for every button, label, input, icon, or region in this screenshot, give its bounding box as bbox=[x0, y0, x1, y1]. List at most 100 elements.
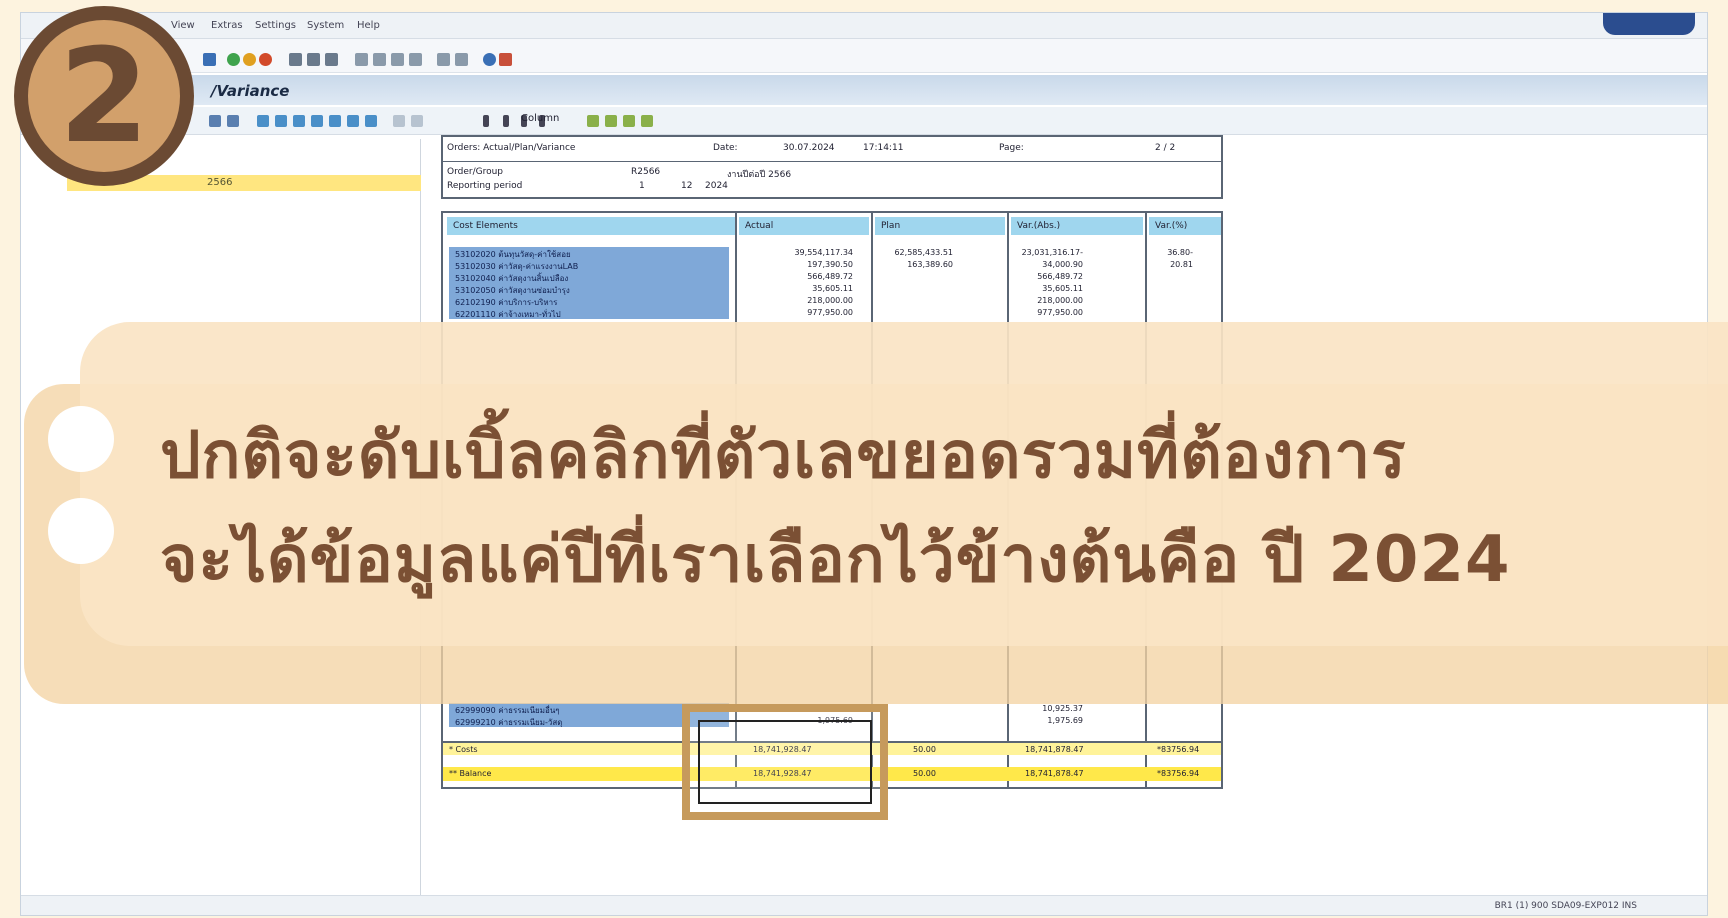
var-abs-cell[interactable]: 1,975.69 bbox=[973, 715, 1083, 727]
window-controls[interactable] bbox=[1603, 13, 1695, 35]
collapse-icon[interactable] bbox=[411, 115, 423, 127]
balance-plan[interactable]: 50.00 bbox=[913, 769, 936, 778]
costs-var[interactable]: 18,741,878.47 bbox=[1025, 745, 1084, 754]
var-abs-cell[interactable]: 977,950.00 bbox=[973, 307, 1083, 319]
cost-element-cell[interactable]: 62201110 ค่าจ้างเหมา-ทั่วไป bbox=[449, 307, 729, 319]
actual-cell[interactable]: 35,605.11 bbox=[743, 283, 853, 295]
page-title: /Variance bbox=[211, 82, 290, 100]
orders-label: Orders: Actual/Plan/Variance bbox=[447, 143, 576, 153]
nav-first-icon[interactable] bbox=[483, 115, 489, 127]
step-badge-inner: 2 bbox=[28, 20, 180, 172]
menu-view[interactable]: View bbox=[171, 20, 195, 31]
actual-cell[interactable]: 218,000.00 bbox=[743, 295, 853, 307]
step-badge: 2 bbox=[14, 6, 194, 186]
next-page-icon[interactable] bbox=[391, 53, 404, 66]
cost-element-cell[interactable]: 53102030 ค่าวัสดุ-ค่าแรงงานLAB bbox=[449, 259, 729, 271]
period-from: 1 bbox=[639, 181, 645, 191]
reporting-period-label: Reporting period bbox=[447, 181, 523, 191]
variant-icon[interactable] bbox=[587, 115, 599, 127]
actual-cell[interactable]: 977,950.00 bbox=[743, 307, 853, 319]
title-bar: /Variance bbox=[21, 75, 1707, 105]
menu-system[interactable]: System bbox=[307, 20, 344, 31]
costs-plan[interactable]: 50.00 bbox=[913, 745, 936, 754]
col-actual[interactable]: Actual bbox=[739, 217, 869, 235]
subtotal-icon[interactable] bbox=[311, 115, 323, 127]
step-number: 2 bbox=[58, 20, 150, 172]
tree-item-label: 2566 bbox=[207, 177, 233, 188]
standard-toolbar bbox=[21, 39, 1707, 73]
help-icon[interactable] bbox=[483, 53, 496, 66]
page-label: Page: bbox=[999, 143, 1024, 153]
date-value: 30.07.2024 bbox=[783, 143, 835, 153]
new-session-icon[interactable] bbox=[437, 53, 450, 66]
col-var-pct[interactable]: Var.(%) bbox=[1149, 217, 1221, 235]
balance-var[interactable]: 18,741,878.47 bbox=[1025, 769, 1084, 778]
back-icon[interactable] bbox=[227, 53, 240, 66]
sum-icon[interactable] bbox=[293, 115, 305, 127]
cost-element-cell[interactable]: 53102020 ต้นทุนวัสดุ-ค่าใช้สอย bbox=[449, 247, 729, 259]
col-var-abs[interactable]: Var.(Abs.) bbox=[1011, 217, 1143, 235]
find-next-icon[interactable] bbox=[325, 53, 338, 66]
cost-element-cell[interactable]: 53102040 ค่าวัสดุงานสิ้นเปลือง bbox=[449, 271, 729, 283]
actual-cell[interactable]: 197,390.50 bbox=[743, 259, 853, 271]
last-page-icon[interactable] bbox=[409, 53, 422, 66]
details-icon[interactable] bbox=[209, 115, 221, 127]
actual-cell[interactable]: 39,554,117.34 bbox=[743, 247, 853, 259]
var-abs-cell[interactable]: 218,000.00 bbox=[973, 295, 1083, 307]
column-button[interactable]: Column bbox=[521, 113, 559, 124]
page-value: 2 / 2 bbox=[1155, 143, 1176, 153]
export-icon[interactable] bbox=[329, 115, 341, 127]
filter-icon[interactable] bbox=[257, 115, 269, 127]
prev-page-icon[interactable] bbox=[373, 53, 386, 66]
report-icon[interactable] bbox=[623, 115, 635, 127]
time-value: 17:14:11 bbox=[863, 143, 904, 153]
print-icon[interactable] bbox=[289, 53, 302, 66]
application-toolbar bbox=[21, 107, 1707, 135]
find-icon[interactable] bbox=[307, 53, 320, 66]
var-pct-cell[interactable]: 36.80- bbox=[1043, 247, 1193, 259]
actual-cell[interactable]: 566,489.72 bbox=[743, 271, 853, 283]
costs-pct[interactable]: *83756.94 bbox=[1157, 745, 1199, 754]
sort-icon[interactable] bbox=[275, 115, 287, 127]
shortcut-icon[interactable] bbox=[455, 53, 468, 66]
balance-label: ** Balance bbox=[449, 769, 492, 778]
cost-element-cell[interactable]: 53102050 ค่าวัสดุงานซ่อมบำรุง bbox=[449, 283, 729, 295]
status-bar: BR1 (1) 900 SDA09-EXP012 INS bbox=[21, 895, 1707, 915]
balance-pct[interactable]: *83756.94 bbox=[1157, 769, 1199, 778]
instruction-line-2: จะได้ข้อมูลแค่ปีที่เราเลือกไว้ข้างต้นคือ… bbox=[160, 523, 1511, 597]
bullet-dot-2 bbox=[48, 498, 114, 564]
order-group-label: Order/Group bbox=[447, 167, 504, 177]
first-page-icon[interactable] bbox=[355, 53, 368, 66]
nav-prev-icon[interactable] bbox=[503, 115, 509, 127]
col-cost-elements[interactable]: Cost Elements bbox=[447, 217, 735, 235]
expand-icon[interactable] bbox=[393, 115, 405, 127]
menu-extras[interactable]: Extras bbox=[211, 20, 243, 31]
plan-cell[interactable]: 163,389.60 bbox=[843, 259, 953, 271]
var-pct-cell[interactable]: 20.81 bbox=[1043, 259, 1193, 271]
col-plan[interactable]: Plan bbox=[875, 217, 1005, 235]
cost-element-cell[interactable]: 62102190 ค่าบริการ-บริหาร bbox=[449, 295, 729, 307]
menu-bar: View Extras Settings System Help bbox=[21, 13, 1707, 39]
var-abs-cell[interactable]: 566,489.72 bbox=[973, 271, 1083, 283]
date-label: Date: bbox=[713, 143, 738, 153]
order-group-desc: งานปีต่อปี 2566 bbox=[727, 170, 792, 180]
menu-help[interactable]: Help bbox=[357, 20, 380, 31]
costs-label: * Costs bbox=[449, 745, 478, 754]
menu-settings[interactable]: Settings bbox=[255, 20, 296, 31]
exit-icon[interactable] bbox=[243, 53, 256, 66]
var-abs-cell[interactable]: 10,925.37 bbox=[973, 703, 1083, 715]
save-icon[interactable] bbox=[203, 53, 216, 66]
status-text: BR1 (1) 900 SDA09-EXP012 INS bbox=[1494, 901, 1637, 911]
var-abs-cell[interactable]: 35,605.11 bbox=[973, 283, 1083, 295]
report-settings-icon[interactable] bbox=[641, 115, 653, 127]
select-icon[interactable] bbox=[227, 115, 239, 127]
order-group-value: R2566 bbox=[631, 167, 661, 177]
graphic-icon[interactable] bbox=[347, 115, 359, 127]
cancel-icon[interactable] bbox=[259, 53, 272, 66]
save-variant-icon[interactable] bbox=[605, 115, 617, 127]
layout-icon[interactable] bbox=[499, 53, 512, 66]
highlight-inner-box bbox=[698, 720, 872, 804]
plan-cell[interactable]: 62,585,433.51 bbox=[843, 247, 953, 259]
layout-select-icon[interactable] bbox=[365, 115, 377, 127]
bullet-dot-1 bbox=[48, 406, 114, 472]
